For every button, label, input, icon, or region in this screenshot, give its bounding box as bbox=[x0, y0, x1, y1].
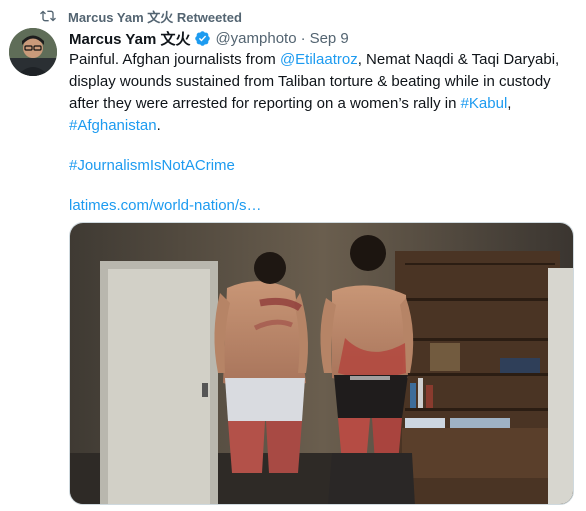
text-segment: after they were arrested for reporting o… bbox=[69, 95, 461, 112]
avatar-image bbox=[9, 28, 57, 76]
author-handle[interactable]: @yamphoto bbox=[215, 30, 296, 47]
tweet-line-5: #JournalismIsNotACrime bbox=[69, 155, 574, 177]
tweet-date[interactable]: Sep 9 bbox=[310, 30, 349, 47]
photo-image bbox=[70, 223, 573, 504]
tweet-line-3: after they were arrested for reporting o… bbox=[69, 93, 574, 115]
retweet-label: Marcus Yam 文火 Retweeted bbox=[68, 9, 242, 25]
text-segment: , Nemat Naqdi & Taqi Daryabi, bbox=[357, 51, 560, 68]
text-segment: Painful. Afghan journalists from bbox=[69, 51, 280, 68]
hashtag-kabul-link[interactable]: #Kabul bbox=[461, 95, 508, 112]
tweet-header: Marcus Yam 文火 @yamphoto · Sep 9 bbox=[69, 28, 349, 48]
verified-badge-icon bbox=[195, 30, 211, 46]
tweet-text: Painful. Afghan journalists from @Etilaa… bbox=[69, 49, 574, 217]
tweet-line-6: latimes.com/world-nation/s… bbox=[69, 195, 574, 217]
tweet-photo[interactable] bbox=[69, 222, 574, 505]
text-segment: . bbox=[156, 117, 161, 134]
hashtag-afghanistan-link[interactable]: #Afghanistan bbox=[69, 117, 157, 134]
tweet-line-4: #Afghanistan. bbox=[69, 115, 574, 137]
retweet-icon bbox=[40, 10, 56, 22]
article-url-link[interactable]: latimes.com/world-nation/s… bbox=[69, 197, 262, 214]
tweet-line-1: Painful. Afghan journalists from @Etilaa… bbox=[69, 49, 574, 71]
hashtag-journalism-link[interactable]: #JournalismIsNotACrime bbox=[69, 157, 235, 174]
retweet-indicator[interactable]: Marcus Yam 文火 Retweeted bbox=[40, 7, 242, 25]
separator: · bbox=[300, 29, 306, 47]
tweet-line-2: display wounds sustained from Taliban to… bbox=[69, 73, 551, 90]
mention-link[interactable]: @Etilaatroz bbox=[280, 51, 358, 68]
avatar[interactable] bbox=[9, 28, 57, 76]
author-name[interactable]: Marcus Yam 文火 bbox=[69, 28, 190, 49]
text-segment: , bbox=[507, 95, 512, 112]
